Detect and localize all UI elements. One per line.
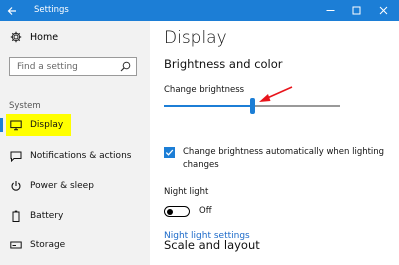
sidebar-item-storage[interactable]: Storage [0,234,150,256]
night-light-toggle[interactable] [164,206,190,217]
minimize-button[interactable] [319,0,341,21]
search-input[interactable] [10,58,125,75]
search-icon[interactable] [120,61,131,72]
power-icon [10,180,22,192]
sidebar-item-power-sleep[interactable]: Power & sleep [0,175,150,197]
gear-icon [10,31,22,43]
night-light-state: Off [199,206,212,216]
title-bar: Settings [0,0,399,21]
main-panel: Display Brightness and color Change brig… [150,21,399,265]
brightness-label: Change brightness [164,85,245,95]
monitor-icon [10,119,22,131]
section-heading-brightness: Brightness and color [164,57,283,71]
page-title: Display [164,28,227,48]
night-light-label: Night light [164,187,209,197]
battery-icon [10,210,22,222]
section-heading-scale: Scale and layout [164,238,260,252]
checkmark-icon [165,149,174,156]
window-title: Settings [34,5,69,15]
sidebar-item-label: Display [30,120,64,130]
annotation-arrow-icon [259,86,293,102]
sidebar-item-notifications[interactable]: Notifications & actions [0,145,150,167]
sidebar-item-label: Notifications & actions [30,151,132,161]
notifications-icon [10,150,22,162]
section-label-system: System [9,101,41,111]
sidebar-item-label: Battery [30,211,64,221]
sidebar-item-label: Power & sleep [30,181,94,191]
storage-icon [10,239,22,251]
back-button[interactable] [0,0,24,21]
auto-brightness-checkbox[interactable] [164,147,175,158]
brightness-slider-fill [164,105,252,107]
back-arrow-icon [7,6,16,15]
maximize-button[interactable] [345,0,367,21]
toggle-knob [167,208,173,215]
brightness-slider[interactable] [164,98,340,114]
sidebar-item-battery[interactable]: Battery [0,205,150,227]
close-button[interactable] [372,0,394,21]
home-link[interactable]: Home [10,29,58,45]
minimize-icon [326,10,334,11]
close-icon [379,6,387,15]
auto-brightness-label: Change brightness automatically when lig… [183,147,385,170]
sidebar-item-label: Storage [30,240,66,250]
maximize-icon [352,6,360,15]
home-label: Home [30,31,59,43]
selection-indicator [0,118,3,132]
search-box[interactable] [9,57,137,76]
sidebar-item-display[interactable]: Display [0,114,150,136]
